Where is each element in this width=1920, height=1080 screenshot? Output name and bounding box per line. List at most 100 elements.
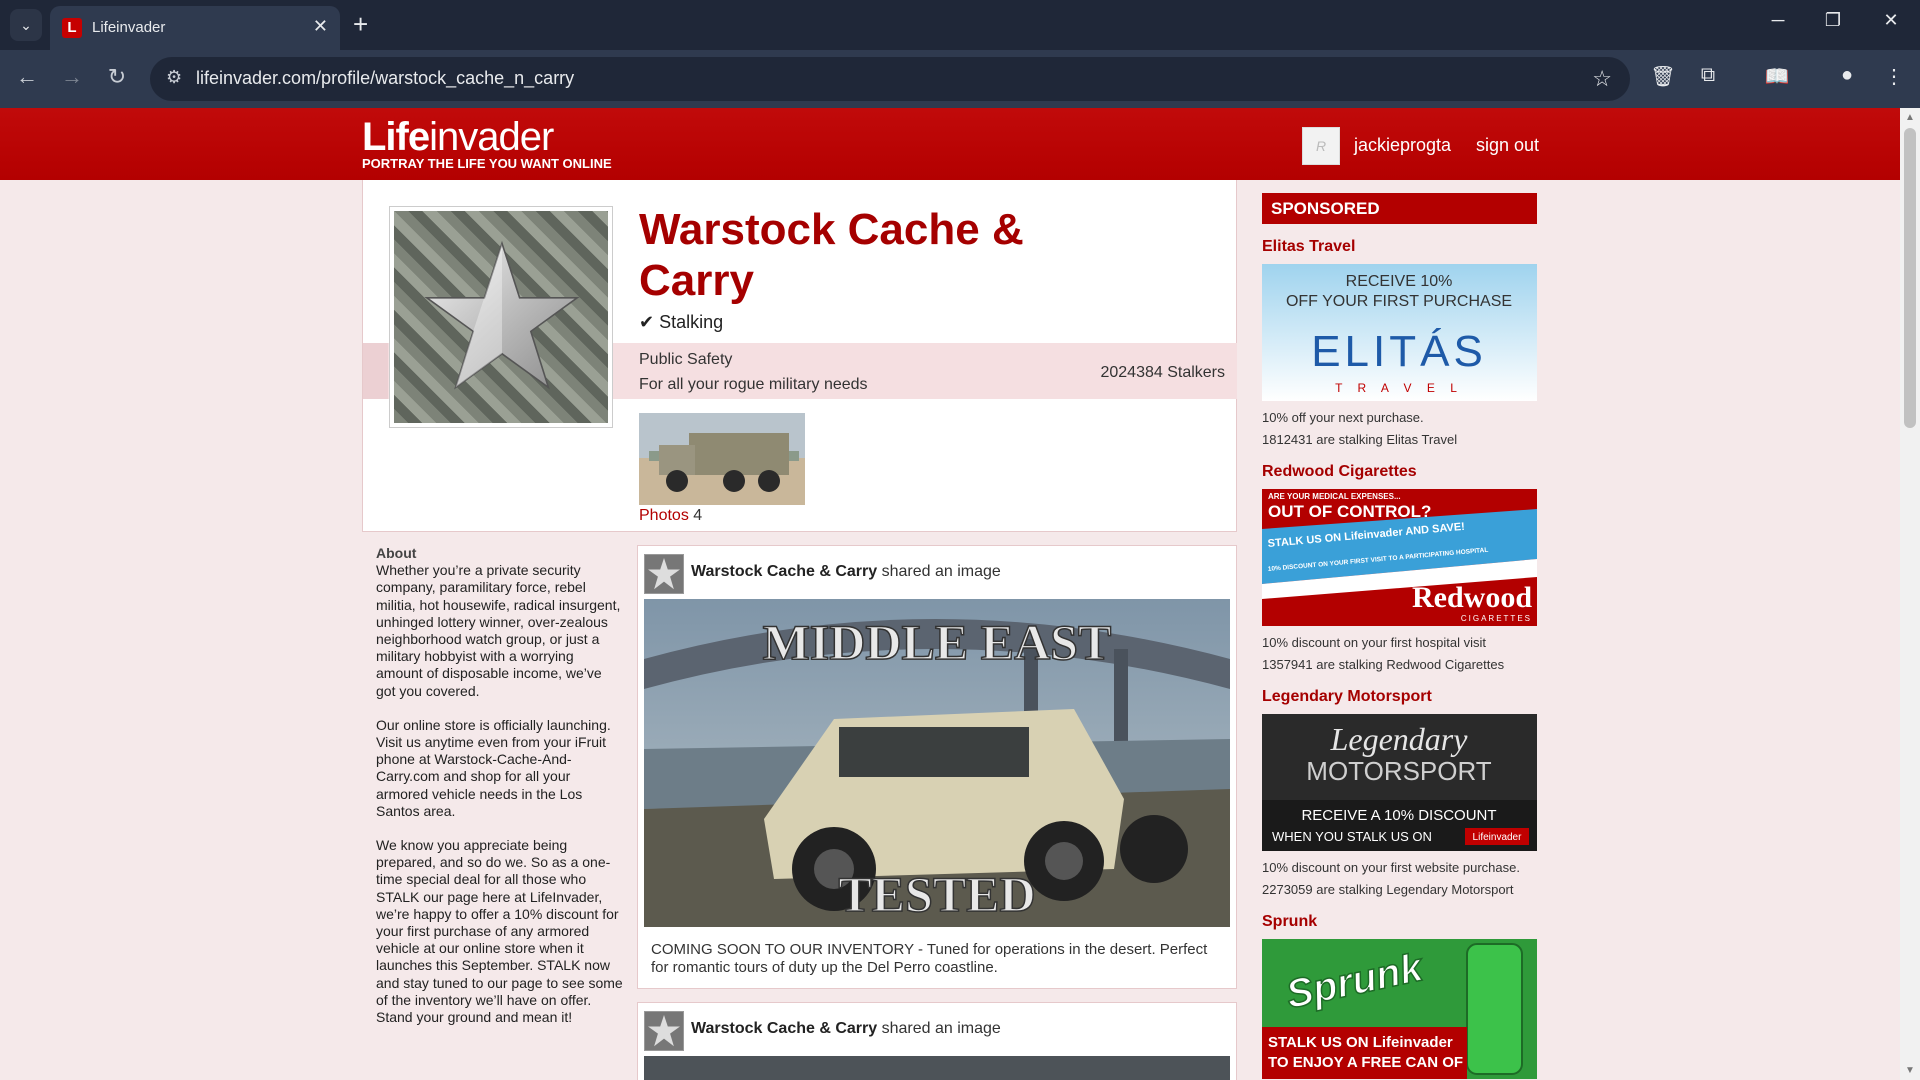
photos-count: 4 <box>693 507 703 524</box>
post-image[interactable] <box>644 1056 1230 1080</box>
post-image[interactable]: MIDDLE EAST TESTED <box>644 599 1230 927</box>
logo-tagline: PORTRAY THE LIFE YOU WANT ONLINE <box>362 156 612 171</box>
ad-banner[interactable]: RECEIVE 10% OFF YOUR FIRST PURCHASE ELIT… <box>1262 264 1537 401</box>
ad-title[interactable]: Elitas Travel <box>1262 238 1537 262</box>
restore-icon[interactable]: ❐ <box>1813 10 1853 31</box>
post-action: shared an image <box>881 1020 1001 1037</box>
ad-banner[interactable]: ARE YOUR MEDICAL EXPENSES... OUT OF CONT… <box>1262 489 1537 626</box>
ad-title[interactable]: Sprunk <box>1262 913 1537 937</box>
address-bar[interactable]: ⚙ lifeinvader.com/profile/warstock_cache… <box>150 57 1630 101</box>
post-author[interactable]: Warstock Cache & Carry <box>691 1020 877 1037</box>
stalkers-count: 2024384 Stalkers <box>1100 364 1225 381</box>
menu-kebab-icon[interactable]: ⋮ <box>1879 64 1909 89</box>
post-action: shared an image <box>881 563 1001 580</box>
star-avatar-icon <box>645 1012 683 1050</box>
elitas-sub: T R A V E L <box>1335 381 1463 395</box>
bookmark-star-icon[interactable]: ☆ <box>1592 66 1612 92</box>
back-arrow-icon[interactable]: ← <box>12 64 42 90</box>
site-header: Lifeinvader PORTRAY THE LIFE YOU WANT ON… <box>0 108 1900 180</box>
ad-description: 10% discount on your first website purch… <box>1262 857 1537 901</box>
ad-banner[interactable]: Sprunk STALK US ON Lifeinvader TO ENJOY … <box>1262 939 1537 1079</box>
sprunk-line2: TO ENJOY A FREE CAN OF <box>1268 1054 1463 1071</box>
camo-background <box>394 211 608 423</box>
lifeinvader-logo[interactable]: Lifeinvader PORTRAY THE LIFE YOU WANT ON… <box>362 116 612 171</box>
scroll-up-icon[interactable]: ▲ <box>1905 112 1915 123</box>
about-title: About <box>376 545 417 561</box>
redwood-line2: OUT OF CONTROL? <box>1268 502 1431 521</box>
username-link[interactable]: jackieprogta <box>1354 135 1451 156</box>
about-section: About Whether you’re a private security … <box>376 545 624 1043</box>
tab-title: Lifeinvader <box>92 19 166 36</box>
redwood-sub: CIGARETTES <box>1461 614 1532 623</box>
new-tab-plus-icon[interactable]: + <box>353 9 368 39</box>
stalking-status[interactable]: ✔ Stalking <box>639 312 723 333</box>
about-paragraph-4: Stand your ground and mean it! <box>376 1009 573 1026</box>
ad-elitas-travel[interactable]: Elitas Travel RECEIVE 10% OFF YOUR FIRST… <box>1262 238 1537 451</box>
checkmark-icon: ✔ <box>639 312 655 332</box>
ad-sprunk[interactable]: Sprunk Sprunk STALK US ON Lifeinvader TO… <box>1262 913 1537 1079</box>
trash-icon[interactable]: 🗑 <box>1648 64 1678 89</box>
ad-stalkers: 2273059 are stalking Legendary Motorspor… <box>1262 882 1514 897</box>
stalking-label: Stalking <box>659 312 724 332</box>
close-window-icon[interactable]: ✕ <box>1871 10 1911 31</box>
photo-thumbnail[interactable] <box>639 413 805 505</box>
browser-toolbar: ← → ↻ ⚙ lifeinvader.com/profile/warstock… <box>0 50 1920 108</box>
feed-post: Warstock Cache & Carry shared an image <box>637 1002 1237 1080</box>
tab-list-chevron-icon[interactable]: ⌄ <box>10 9 42 41</box>
minimize-icon[interactable]: ─ <box>1758 10 1798 31</box>
image-text-top: MIDDLE EAST <box>763 614 1112 670</box>
legendary-line2: WHEN YOU STALK US ON <box>1272 829 1432 844</box>
scroll-thumb[interactable] <box>1904 128 1916 428</box>
tab-close-icon[interactable]: ✕ <box>313 16 328 37</box>
url-text[interactable]: lifeinvader.com/profile/warstock_cache_n… <box>196 68 574 89</box>
site-info-icon[interactable]: ⚙ <box>166 67 182 88</box>
elitas-banner: RECEIVE 10% OFF YOUR FIRST PURCHASE ELIT… <box>1262 264 1537 401</box>
elitas-brand: ELITÁS <box>1311 327 1487 376</box>
page-scrollbar[interactable]: ▲ ▼ <box>1900 108 1920 1080</box>
silver-star-icon <box>424 240 580 390</box>
photos-link[interactable]: Photos 4 <box>639 507 702 525</box>
redwood-line1: ARE YOUR MEDICAL EXPENSES... <box>1268 492 1401 501</box>
reading-list-icon[interactable]: 📖 <box>1762 64 1792 89</box>
profile-picture[interactable] <box>389 206 613 428</box>
post-author-avatar[interactable] <box>644 554 684 594</box>
feed-post: Warstock Cache & Carry shared an image M… <box>637 545 1237 989</box>
legendary-line1: RECEIVE A 10% DISCOUNT <box>1301 807 1496 824</box>
post-text: COMING SOON TO OUR INVENTORY - Tuned for… <box>651 941 1208 976</box>
post-author[interactable]: Warstock Cache & Carry <box>691 563 877 580</box>
profile-name: Warstock Cache & Carry <box>639 205 1024 305</box>
profile-category: Public Safety <box>639 351 733 368</box>
post-author-avatar[interactable] <box>644 1011 684 1051</box>
post-header: Warstock Cache & Carry shared an image <box>691 563 1001 581</box>
redwood-brand: Redwood <box>1412 581 1532 614</box>
photos-label: Photos <box>639 507 689 524</box>
profile-card: Public Safety For all your rogue militar… <box>362 180 1237 532</box>
ad-stalkers: 1357941 are stalking Redwood Cigarettes <box>1262 657 1505 672</box>
ad-redwood-cigarettes[interactable]: Redwood Cigarettes ARE YOUR MEDICAL EXPE… <box>1262 463 1537 676</box>
about-paragraph-3: We know you appreciate being prepared, a… <box>376 837 623 1008</box>
ad-title[interactable]: Redwood Cigarettes <box>1262 463 1537 487</box>
profile-icon[interactable]: ● <box>1832 64 1862 87</box>
ad-desc-text: 10% discount on your first website purch… <box>1262 860 1520 875</box>
lifeinvader-favicon-icon: L <box>62 18 82 38</box>
ad-desc-text: 10% off your next purchase. <box>1262 410 1424 425</box>
ad-banner[interactable]: Legendary MOTORSPORT RECEIVE A 10% DISCO… <box>1262 714 1537 851</box>
logo-bold: Life <box>362 115 430 159</box>
ad-title[interactable]: Legendary Motorsport <box>1262 688 1537 712</box>
profile-tagline: For all your rogue military needs <box>639 376 868 393</box>
ad-legendary-motorsport[interactable]: Legendary Motorsport Legendary MOTORSPOR… <box>1262 688 1537 901</box>
ad-desc-text: 10% discount on your first hospital visi… <box>1262 635 1486 650</box>
reload-icon[interactable]: ↻ <box>102 64 132 90</box>
sign-out-link[interactable]: sign out <box>1476 135 1539 156</box>
browser-tab-lifeinvader[interactable]: L Lifeinvader ✕ <box>50 6 340 50</box>
about-paragraph-1: Whether you’re a private security compan… <box>376 562 621 699</box>
extensions-puzzle-icon[interactable]: ⧉ <box>1693 64 1723 87</box>
user-avatar[interactable]: R <box>1302 127 1340 165</box>
elitas-line1: RECEIVE 10% <box>1346 273 1453 290</box>
info-band-strip <box>363 343 388 399</box>
forward-arrow-icon[interactable]: → <box>57 64 87 90</box>
scroll-down-icon[interactable]: ▼ <box>1905 1065 1915 1076</box>
legendary-badge: Lifeinvader <box>1473 832 1523 843</box>
logo-light: invader <box>429 115 554 159</box>
legendary-brand: Legendary <box>1330 721 1469 757</box>
